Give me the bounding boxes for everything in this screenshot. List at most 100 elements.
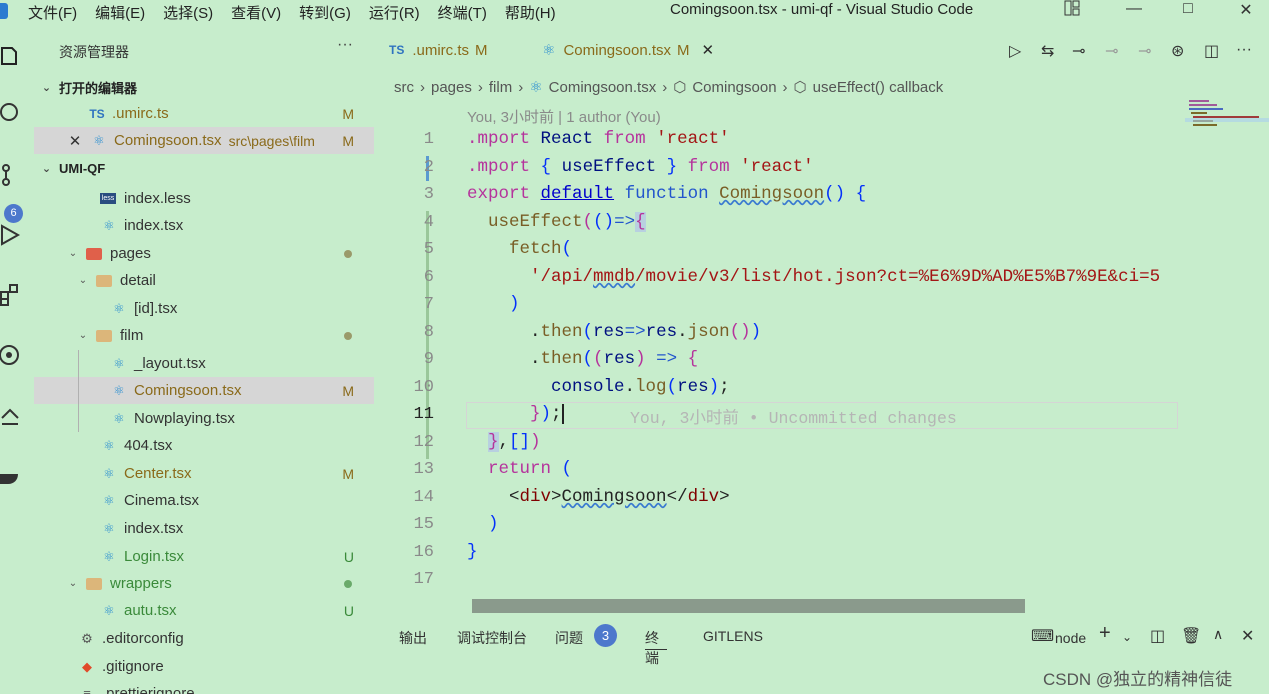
file-name: 404.tsx <box>124 437 173 454</box>
tree-item[interactable]: ⚛ _layout.tsx <box>34 350 374 377</box>
gitlens-icon[interactable] <box>0 344 22 366</box>
window-title: Comingsoon.tsx - umi-qf - Visual Studio … <box>670 1 974 18</box>
tree-folder[interactable]: ⌄ film <box>34 322 374 349</box>
layout-icon[interactable] <box>1052 0 1092 22</box>
tab-output[interactable]: 输出 <box>399 628 427 648</box>
add-terminal-icon[interactable]: + <box>1099 622 1111 645</box>
breadcrumb-item[interactable]: film <box>489 79 512 96</box>
tree-item[interactable]: ⚛ 404.tsx <box>34 432 374 459</box>
tree-item[interactable]: ⚛ Login.tsx U <box>34 543 374 570</box>
chevron-down-icon: ⌄ <box>78 330 88 341</box>
problems-count-badge: 3 <box>594 624 617 647</box>
code-line: useEffect(()=>{ <box>488 212 646 232</box>
tree-item[interactable]: ⚛ Center.tsx M <box>34 460 374 487</box>
docker-icon[interactable] <box>0 464 22 486</box>
tab-terminal[interactable]: 终端 <box>645 628 667 666</box>
menu-file[interactable]: 文件(F) <box>28 2 77 23</box>
tree-item[interactable]: ◆ .gitignore <box>34 653 374 680</box>
menu-terminal[interactable]: 终端(T) <box>438 2 487 23</box>
code-editor[interactable]: You, 3小时前 | 1 author (You) 1 2 3 4 5 6 7… <box>374 98 1269 608</box>
line-number: 4 <box>423 213 434 232</box>
search-icon[interactable] <box>0 102 22 124</box>
minimize-icon[interactable]: — <box>1114 0 1154 22</box>
split-editor-icon[interactable]: ◫ <box>1204 41 1219 61</box>
line-number: 7 <box>423 295 434 314</box>
file-path: src\pages\film <box>228 132 315 149</box>
gitlens-toggle-icon[interactable]: ⊛ <box>1171 41 1184 61</box>
open-editors-header[interactable]: ⌄ 打开的编辑器 <box>34 74 374 100</box>
tree-item-active[interactable]: ⚛ Comingsoon.tsx M <box>34 377 374 404</box>
tree-folder[interactable]: ⌄ detail <box>34 267 374 294</box>
commit-icon[interactable]: ⊸ <box>1072 41 1085 61</box>
testing-icon[interactable] <box>0 404 22 426</box>
typescript-icon: TS <box>89 106 105 121</box>
minimap[interactable] <box>1185 98 1269 138</box>
line-number: 3 <box>423 185 434 204</box>
close-window-icon[interactable]: ✕ <box>1226 0 1266 22</box>
trash-icon[interactable]: 🗑 <box>1181 626 1201 646</box>
menu-go[interactable]: 转到(G) <box>299 2 351 23</box>
menu-run[interactable]: 运行(R) <box>369 2 420 23</box>
compare-changes-icon[interactable]: ⇆ <box>1041 41 1054 61</box>
git-icon: ◆ <box>82 658 92 674</box>
next-change-icon[interactable]: ⊸ <box>1138 41 1151 61</box>
breadcrumb-item[interactable]: pages <box>431 79 472 96</box>
menu-view[interactable]: 查看(V) <box>231 2 281 23</box>
tree-folder[interactable]: ⌄ pages <box>34 240 374 267</box>
menu-help[interactable]: 帮助(H) <box>505 2 556 23</box>
workspace-header[interactable]: ⌄ UMI-QF <box>34 155 374 181</box>
extensions-icon[interactable] <box>0 284 22 306</box>
tab-comingsoon[interactable]: ⚛ Comingsoon.tsx M ✕ <box>527 24 737 76</box>
modified-dot <box>344 331 352 340</box>
breadcrumb-item[interactable]: Comingsoon.tsx <box>549 79 657 96</box>
tree-item[interactable]: ⚛ index.tsx <box>34 515 374 542</box>
menu-selection[interactable]: 选择(S) <box>163 2 213 23</box>
maximize-panel-icon[interactable]: ∧ <box>1213 626 1223 643</box>
react-icon: ⚛ <box>103 465 115 481</box>
more-actions-icon[interactable]: ··· <box>1236 41 1252 59</box>
menu-edit[interactable]: 编辑(E) <box>95 2 145 23</box>
previous-change-icon[interactable]: ⊸ <box>1105 41 1118 61</box>
tab-problems[interactable]: 问题 <box>555 628 583 648</box>
tab-gitlens[interactable]: GITLENS <box>703 628 763 644</box>
file-name: Center.tsx <box>124 465 192 482</box>
chevron-down-icon[interactable]: ⌄ <box>1122 630 1132 644</box>
breadcrumb-item[interactable]: useEffect() callback <box>813 79 944 96</box>
watermark: CSDN @独立的精神信徒 <box>1043 670 1233 689</box>
explorer-icon[interactable] <box>0 42 22 65</box>
tree-item[interactable]: ⚙ .editorconfig <box>34 625 374 652</box>
react-icon: ⚛ <box>542 42 556 59</box>
tree-item[interactable]: less index.less <box>34 185 374 212</box>
tree-folder[interactable]: ⌄ wrappers <box>34 570 374 597</box>
react-icon: ⚛ <box>103 548 115 564</box>
split-terminal-icon[interactable]: ◫ <box>1150 626 1165 646</box>
horizontal-scrollbar[interactable] <box>472 599 1025 613</box>
explorer-title: 资源管理器 <box>59 44 129 60</box>
tree-item[interactable]: ≡ .prettierignore <box>34 680 374 694</box>
close-panel-icon[interactable]: ✕ <box>1241 626 1254 646</box>
tree-item[interactable]: ⚛ Nowplaying.tsx <box>34 405 374 432</box>
tab-debug-console[interactable]: 调试控制台 <box>457 628 527 648</box>
tree-item[interactable]: ⚛ index.tsx <box>34 212 374 239</box>
folder-name: film <box>120 327 144 344</box>
open-editor-item[interactable]: ✕ ⚛ Comingsoon.tsx src\pages\film M <box>34 127 374 154</box>
react-icon: ⚛ <box>529 79 543 96</box>
code-line: .then(res=>res.json()) <box>467 322 762 342</box>
line-number: 10 <box>413 378 434 397</box>
source-control-icon[interactable] <box>0 164 22 186</box>
breadcrumb-item[interactable]: src <box>394 79 414 96</box>
tree-item[interactable]: ⚛ [id].tsx <box>34 295 374 322</box>
tree-item[interactable]: ⚛ Cinema.tsx <box>34 487 374 514</box>
close-icon[interactable]: ✕ <box>702 41 715 59</box>
breadcrumb-item[interactable]: Comingsoon <box>692 79 776 96</box>
react-icon: ⚛ <box>103 492 115 508</box>
terminal-name[interactable]: node <box>1055 630 1086 646</box>
close-icon[interactable]: ✕ <box>66 132 84 150</box>
run-icon[interactable]: ▷ <box>1009 41 1021 61</box>
tab-umirc[interactable]: TS .umirc.ts M <box>374 24 526 76</box>
tree-item[interactable]: ⚛ autu.tsx U <box>34 597 374 624</box>
open-editor-item[interactable]: TS .umirc.ts M <box>34 100 374 127</box>
run-debug-icon[interactable] <box>0 224 22 246</box>
more-actions-icon[interactable]: ··· <box>337 36 353 54</box>
maximize-icon[interactable]: □ <box>1168 0 1208 22</box>
